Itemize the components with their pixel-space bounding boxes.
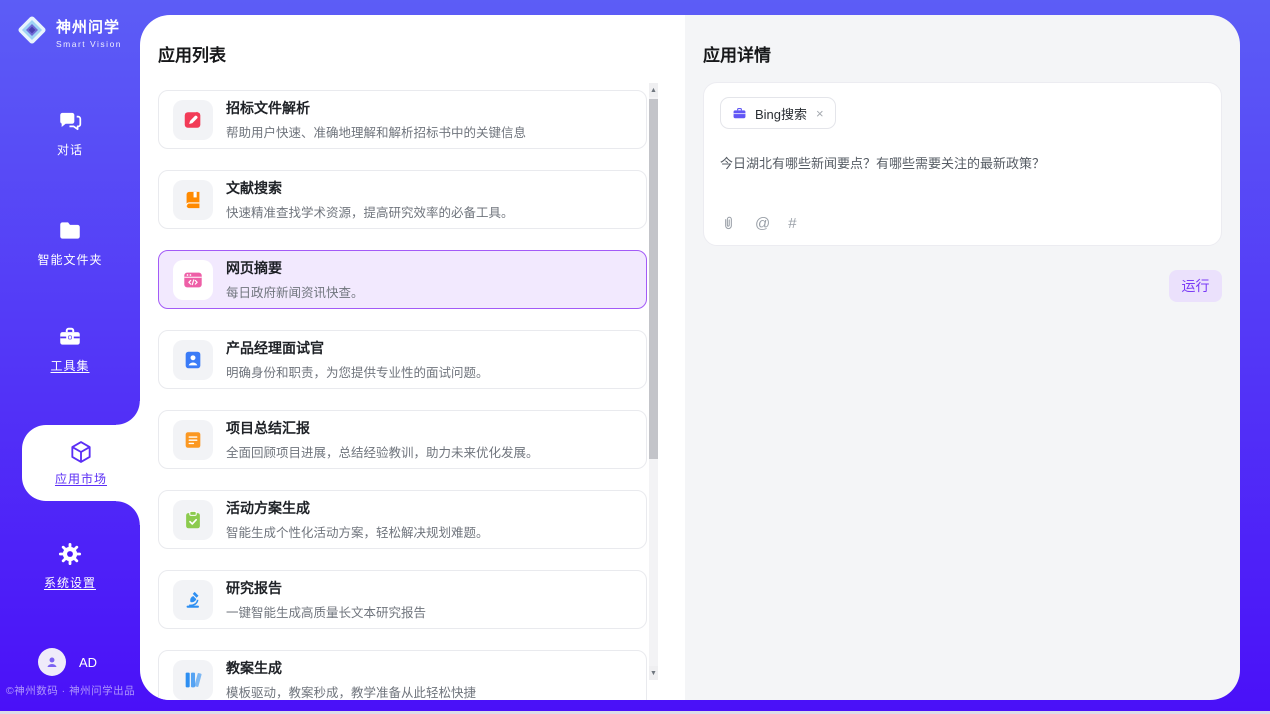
book-icon [182,189,204,211]
app-card-project-summary[interactable]: 项目总结汇报全面回顾项目进展，总结经验教训，助力未来优化发展。 [158,410,647,469]
app-list-title: 应用列表 [140,15,685,66]
sidebar-item-label: 对话 [57,141,83,158]
briefcase-icon [732,106,747,121]
app-icon-box [173,420,213,460]
app-card-bid-parse[interactable]: 招标文件解析帮助用户快速、准确地理解和解析招标书中的关键信息 [158,90,647,149]
app-cards: 招标文件解析帮助用户快速、准确地理解和解析招标书中的关键信息文献搜索快速精准查找… [158,90,647,700]
avatar[interactable] [38,648,66,676]
app-desc: 每日政府新闻资讯快查。 [226,282,364,301]
app-desc: 一键智能生成高质量长文本研究报告 [226,602,426,621]
sidebar-item-label: 工具集 [50,357,89,374]
interviewer-icon [182,349,204,371]
app-card-pm-interviewer[interactable]: 产品经理面试官明确身份和职责，为您提供专业性的面试问题。 [158,330,647,389]
sidebar: 神州问学 Smart Vision 对话智能文件夹工具集应用市场系统设置 AD … [0,0,140,711]
app-icon-box [173,580,213,620]
chat-icon [57,108,83,134]
app-detail-title: 应用详情 [685,15,1240,66]
cube-icon [68,439,94,465]
sidebar-item-settings[interactable]: 系统设置 [0,541,140,591]
app-name: 研究报告 [226,578,426,598]
app-desc: 智能生成个性化活动方案，轻松解决规划难题。 [226,522,489,541]
close-icon[interactable]: × [816,107,824,120]
selected-tool-chip[interactable]: Bing搜索 × [720,97,836,129]
app-name: 活动方案生成 [226,498,489,518]
sidebar-item-label: 应用市场 [55,470,107,487]
hash-icon[interactable]: # [788,216,796,231]
clipboard-check-icon [182,509,204,531]
edit-doc-icon [182,109,204,131]
prompt-input[interactable]: 今日湖北有哪些新闻要点？有哪些需要关注的最新政策？ [720,154,1205,174]
app-name: 网页摘要 [226,258,364,278]
user-row[interactable]: AD [38,648,97,676]
app-card-event-plan[interactable]: 活动方案生成智能生成个性化活动方案，轻松解决规划难题。 [158,490,647,549]
at-icon[interactable]: @ [755,216,770,231]
app-icon-box [173,500,213,540]
browser-icon [182,269,204,291]
scroll-up-icon[interactable]: ▲ [649,83,658,97]
run-button[interactable]: 运行 [1169,270,1222,302]
main-panel: 应用列表 招标文件解析帮助用户快速、准确地理解和解析招标书中的关键信息文献搜索快… [140,15,1240,700]
app-name: 产品经理面试官 [226,338,489,358]
app-name: 文献搜索 [226,178,514,198]
app-detail-pane: 应用详情 Bing搜索 × 今日湖北有哪些新闻要点？有哪些需要关注的最新政策？ … [685,15,1240,700]
user-name: AD [79,655,97,670]
sidebar-item-folders[interactable]: 智能文件夹 [0,218,140,268]
app-icon-box [173,660,213,700]
copyright-footer: ©神州数码 · 神州问学出品 [6,683,140,698]
app-card-research-report[interactable]: 研究报告一键智能生成高质量长文本研究报告 [158,570,647,629]
scroll-down-icon[interactable]: ▼ [649,666,658,680]
tool-chip-label: Bing搜索 [755,104,807,123]
scrollbar-thumb[interactable] [649,99,658,459]
sidebar-item-tools[interactable]: 工具集 [0,324,140,374]
prompt-card: Bing搜索 × 今日湖北有哪些新闻要点？有哪些需要关注的最新政策？ @ # [703,82,1222,246]
microscope-icon [182,589,204,611]
sidebar-nav: 对话智能文件夹工具集应用市场系统设置 [0,0,140,711]
books-icon [182,669,204,691]
app-list-pane: 应用列表 招标文件解析帮助用户快速、准确地理解和解析招标书中的关键信息文献搜索快… [140,15,685,700]
prompt-toolbar: @ # [720,215,797,232]
app-icon-box [173,100,213,140]
sidebar-item-label: 系统设置 [44,574,96,591]
app-name: 招标文件解析 [226,98,526,118]
app-card-literature-search[interactable]: 文献搜索快速精准查找学术资源，提高研究效率的必备工具。 [158,170,647,229]
sidebar-item-chat[interactable]: 对话 [0,108,140,158]
app-window: 神州问学 Smart Vision 对话智能文件夹工具集应用市场系统设置 AD … [0,0,1270,714]
paperclip-icon[interactable] [720,215,737,232]
app-desc: 帮助用户快速、准确地理解和解析招标书中的关键信息 [226,122,526,141]
app-icon-box [173,340,213,380]
app-desc: 明确身份和职责，为您提供专业性的面试问题。 [226,362,489,381]
gear-icon [57,541,83,567]
app-name: 教案生成 [226,658,476,678]
sidebar-item-app-market[interactable]: 应用市场 [22,425,140,501]
app-desc: 模板驱动，教案秒成，教学准备从此轻松快捷 [226,682,476,700]
scrollbar[interactable]: ▲ ▼ [649,83,658,680]
folder-icon [57,218,83,244]
app-desc: 全面回顾项目进展，总结经验教训，助力未来优化发展。 [226,442,539,461]
app-icon-box [173,260,213,300]
report-note-icon [182,429,204,451]
app-name: 项目总结汇报 [226,418,539,438]
app-desc: 快速精准查找学术资源，提高研究效率的必备工具。 [226,202,514,221]
person-icon [44,654,60,670]
app-card-lesson-plan[interactable]: 教案生成模板驱动，教案秒成，教学准备从此轻松快捷 [158,650,647,700]
app-icon-box [173,180,213,220]
sidebar-item-label: 智能文件夹 [37,251,102,268]
toolbox-icon [57,324,83,350]
app-card-web-summary[interactable]: 网页摘要每日政府新闻资讯快查。 [158,250,647,309]
